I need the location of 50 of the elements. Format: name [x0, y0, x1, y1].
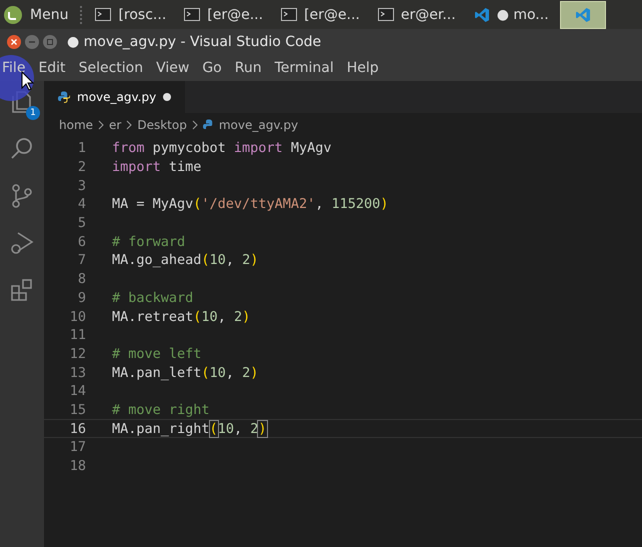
- code-line: MA.go_ahead(10, 2): [112, 252, 258, 268]
- menu-item[interactable]: View: [156, 60, 190, 76]
- menu-item[interactable]: Go: [202, 60, 222, 76]
- taskbar-window-button[interactable]: [rosc...: [88, 2, 174, 28]
- menu-item[interactable]: Run: [234, 60, 262, 76]
- taskbar-window-button[interactable]: er@er...: [370, 2, 463, 28]
- menu-item[interactable]: File: [2, 60, 26, 76]
- line-number: 11: [68, 327, 87, 344]
- line-number: 3: [76, 178, 87, 194]
- editor-tab[interactable]: move_agv.py: [44, 81, 186, 113]
- code-line: # move right: [112, 402, 210, 418]
- line-number: 9: [76, 290, 87, 306]
- window-title: ● move_agv.py - Visual Studio Code: [67, 34, 322, 50]
- notification-badge: 1: [26, 106, 40, 120]
- line-number: 4: [76, 196, 87, 212]
- taskbar-window-button[interactable]: [er@e...: [274, 2, 367, 28]
- line-number: 7: [76, 252, 87, 268]
- line-number: 12: [68, 346, 87, 362]
- code-line: # forward: [112, 234, 186, 250]
- line-number: 15: [68, 402, 87, 418]
- breadcrumb-item[interactable]: Desktop: [137, 118, 187, 132]
- line-number: 6: [76, 234, 87, 250]
- taskbar-window-button[interactable]: ● mo...: [466, 2, 556, 28]
- line-number: 13: [68, 364, 87, 381]
- menu-item[interactable]: Help: [346, 60, 379, 76]
- breadcrumb-item[interactable]: er: [109, 118, 122, 132]
- code-line: import time: [112, 159, 202, 176]
- code-line: MA.pan_right(10, 2): [112, 420, 266, 437]
- taskbar-window-button[interactable]: [er@e...: [177, 2, 270, 28]
- menu-item[interactable]: Terminal: [274, 60, 334, 76]
- code-line: from pymycobot import MyAgv: [112, 140, 332, 156]
- line-number: 17: [68, 439, 87, 456]
- line-number: 1: [76, 140, 87, 156]
- breadcrumb-item[interactable]: home: [59, 118, 94, 132]
- line-number: 8: [76, 271, 87, 288]
- line-number: 5: [76, 215, 87, 232]
- menu-button[interactable]: Menu: [3, 4, 76, 24]
- breadcrumb-item[interactable]: move_agv.py: [218, 118, 298, 132]
- menu-item[interactable]: Selection: [78, 60, 144, 76]
- code-line: MA.pan_left(10, 2): [112, 364, 258, 381]
- line-number: 10: [68, 308, 87, 325]
- line-number: 18: [68, 458, 87, 474]
- menu-item[interactable]: Edit: [38, 60, 66, 76]
- code-line: MA.retreat(10, 2): [112, 308, 250, 325]
- line-number: 14: [68, 383, 87, 400]
- line-number: 2: [76, 159, 87, 176]
- code-line: # backward: [112, 290, 194, 306]
- line-number: 16: [68, 420, 87, 437]
- code-line: # move left: [112, 346, 202, 362]
- code-line: MA = MyAgv('/dev/ttyAMA2', 115200): [112, 196, 388, 212]
